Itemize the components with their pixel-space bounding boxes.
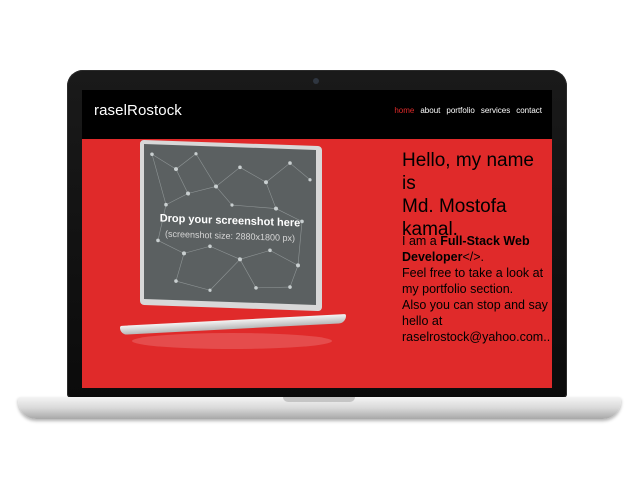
site-header: raselRostock home about portfolio servic… [82, 90, 552, 139]
webcam-icon [313, 78, 319, 84]
mockup-laptop-lid: Drop your screenshot here (screenshot si… [140, 139, 322, 312]
laptop-screen: raselRostock home about portfolio servic… [82, 90, 552, 388]
bio-intro: I am a [402, 234, 441, 248]
nav-home[interactable]: home [394, 106, 414, 115]
nav-portfolio[interactable]: portfolio [446, 106, 474, 115]
nav-contact[interactable]: contact [516, 106, 542, 115]
hero-section: Drop your screenshot here (screenshot si… [82, 139, 552, 388]
laptop-notch [283, 397, 355, 402]
nav-about[interactable]: about [420, 106, 440, 115]
bio-period: . [480, 250, 485, 264]
site-logo[interactable]: raselRostock [94, 102, 182, 119]
code-icon: </> [462, 250, 481, 264]
bio-line-3[interactable]: Also you can stop and say hello at rasel… [402, 297, 552, 345]
mockup-laptop-base [120, 314, 346, 335]
laptop-frame: raselRostock home about portfolio servic… [67, 70, 567, 398]
laptop-base [18, 397, 621, 419]
hero-greeting: Hello, my name is Md. Mostofa kamal. [402, 149, 552, 241]
site-nav: home about portfolio services contact [394, 106, 542, 115]
mockup-reflection [132, 333, 332, 349]
bio-line-2: Feel free to take a look at my portfolio… [402, 266, 544, 296]
hero-bio: I am a Full-Stack Web Developer</>. Feel… [402, 233, 552, 345]
greeting-line-1: Hello, my name is [402, 150, 534, 194]
mockup-screen: Drop your screenshot here (screenshot si… [144, 143, 316, 305]
nav-services[interactable]: services [481, 106, 510, 115]
